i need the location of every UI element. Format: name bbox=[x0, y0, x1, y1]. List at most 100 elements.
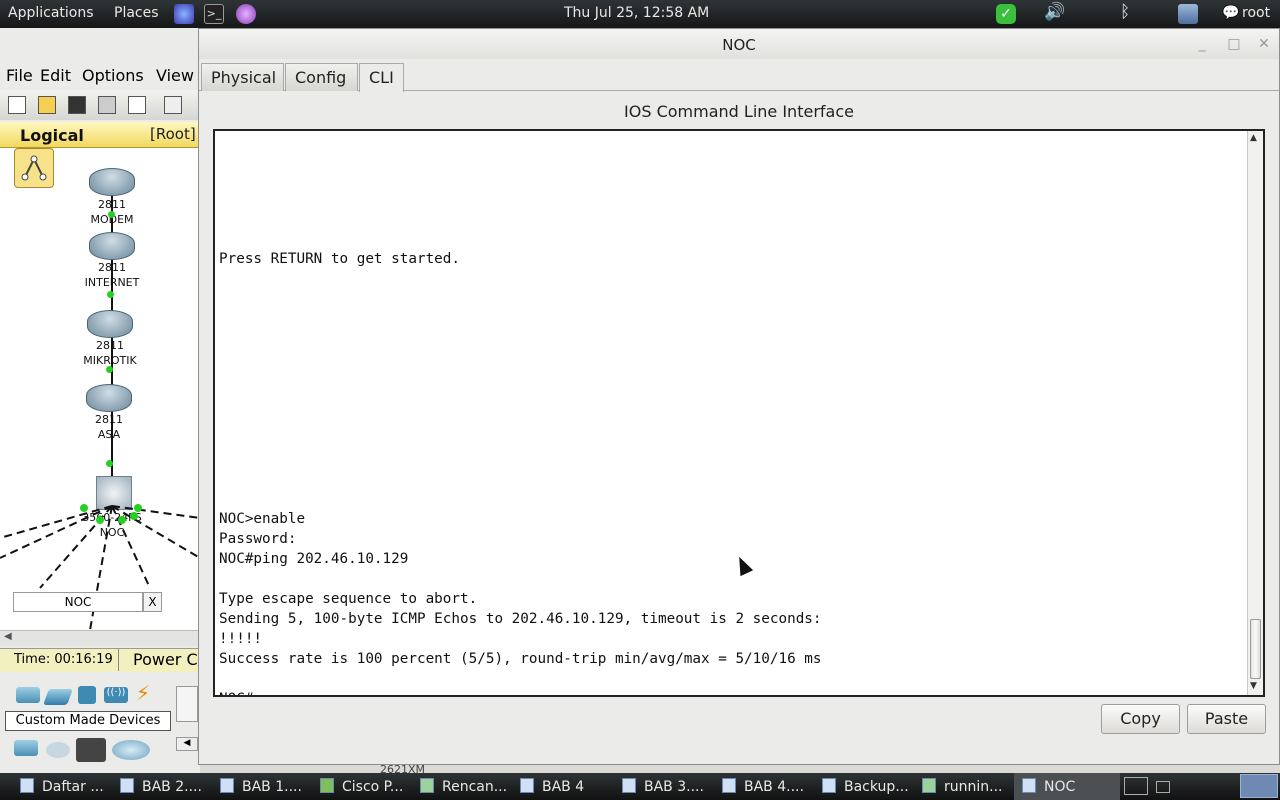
device-name: INTERNET bbox=[84, 276, 140, 289]
minimize-icon[interactable]: _ bbox=[1193, 35, 1211, 53]
hub-category-icon[interactable] bbox=[78, 686, 96, 704]
menu-options[interactable]: Options bbox=[82, 66, 144, 85]
logical-workspace-bar: Logical [Root] bbox=[0, 122, 200, 148]
power-cycle-button[interactable]: Power C bbox=[133, 650, 198, 669]
chat-status-icon[interactable]: 💬 bbox=[1222, 5, 1239, 21]
tab-cli[interactable]: CLI bbox=[359, 63, 404, 92]
tab-physical[interactable]: Physical bbox=[201, 63, 284, 91]
spreadsheet-icon bbox=[420, 778, 434, 793]
taskbar-item-active[interactable]: NOC bbox=[1022, 778, 1075, 795]
document-icon bbox=[220, 778, 234, 793]
copy-button[interactable]: Copy bbox=[1101, 704, 1180, 734]
terminal-output[interactable]: Press RETURN to get started. NOC>enable … bbox=[219, 131, 822, 695]
tab-config[interactable]: Config bbox=[285, 63, 358, 91]
places-menu[interactable]: Places bbox=[114, 5, 159, 21]
cloud-network-icon[interactable] bbox=[112, 740, 150, 760]
terminal-launcher-icon[interactable]: >_ bbox=[204, 4, 224, 24]
device-list-panel[interactable] bbox=[176, 686, 198, 722]
taskbar-item[interactable]: BAB 3.... bbox=[622, 778, 704, 795]
window-icon bbox=[1022, 778, 1036, 793]
network-icon[interactable] bbox=[1178, 4, 1198, 24]
activity-wizard-icon[interactable] bbox=[128, 96, 146, 114]
router-icon[interactable] bbox=[89, 168, 135, 196]
document-icon bbox=[722, 778, 736, 793]
cluster-icon[interactable] bbox=[14, 148, 54, 188]
menu-file[interactable]: File bbox=[6, 66, 33, 85]
device-model: 2811 bbox=[98, 261, 126, 274]
save-icon[interactable] bbox=[68, 96, 86, 114]
pc-device-icon[interactable] bbox=[14, 740, 38, 756]
taskbar-item[interactable]: Daftar ... bbox=[20, 778, 104, 795]
close-icon[interactable]: ✕ bbox=[1255, 35, 1273, 53]
link-status-dot bbox=[106, 460, 113, 467]
cli-terminal[interactable]: Press RETURN to get started. NOC>enable … bbox=[213, 129, 1265, 697]
scroll-left-icon[interactable]: ◀ bbox=[4, 631, 12, 642]
terminal-scrollbar[interactable]: ▲ ▼ bbox=[1247, 131, 1263, 695]
update-check-icon[interactable]: ✓ bbox=[996, 4, 1016, 24]
connections-category-icon[interactable]: ⚡ bbox=[136, 683, 160, 703]
link-status-dot bbox=[108, 211, 115, 218]
copy-icon[interactable] bbox=[164, 96, 182, 114]
topology-canvas[interactable]: 2811 MODEM 2811 INTERNET 2811 MIKROTIK 2… bbox=[0, 148, 200, 630]
router-icon[interactable] bbox=[87, 310, 133, 338]
device-list-scroll-left[interactable]: ◀ bbox=[176, 737, 198, 751]
bluetooth-icon[interactable]: ᛒ bbox=[1120, 2, 1130, 22]
scroll-up-icon[interactable]: ▲ bbox=[1250, 133, 1257, 143]
taskbar-item[interactable]: BAB 1.... bbox=[220, 778, 302, 795]
router-icon[interactable] bbox=[86, 384, 132, 412]
link-status-dot bbox=[106, 366, 113, 373]
volume-icon[interactable]: 🔊 bbox=[1044, 2, 1065, 22]
editor-icon bbox=[922, 778, 936, 793]
simulation-status-bar: Time: 00:16:19 Power C bbox=[0, 648, 200, 672]
maximize-icon[interactable]: □ bbox=[1225, 35, 1243, 53]
taskbar-item[interactable]: Backup... bbox=[822, 778, 909, 795]
simulation-time: Time: 00:16:19 bbox=[14, 652, 113, 667]
chat-launcher-icon[interactable] bbox=[236, 4, 256, 24]
taskbar-item[interactable]: BAB 2.... bbox=[120, 778, 202, 795]
device-model: 2811 bbox=[98, 198, 126, 211]
root-label[interactable]: [Root] bbox=[150, 125, 196, 143]
router-icon[interactable] bbox=[89, 232, 135, 260]
device-model: 2811 bbox=[96, 339, 124, 352]
document-icon bbox=[120, 778, 134, 793]
packet-tracer-icon bbox=[320, 778, 334, 793]
logical-label[interactable]: Logical bbox=[20, 126, 84, 145]
taskbar-item[interactable]: Rencan... bbox=[420, 778, 507, 795]
menu-edit[interactable]: Edit bbox=[40, 66, 71, 85]
scroll-down-icon[interactable]: ▼ bbox=[1250, 681, 1257, 691]
noc-device-window: NOC _ □ ✕ Physical Config CLI IOS Comman… bbox=[198, 28, 1280, 765]
menu-view[interactable]: View bbox=[156, 66, 194, 85]
server-device-icon[interactable] bbox=[76, 738, 106, 762]
paste-button[interactable]: Paste bbox=[1187, 704, 1266, 734]
taskbar-item[interactable]: runnin... bbox=[922, 778, 1003, 795]
folder-icon bbox=[822, 778, 836, 793]
bottom-taskbar: Daftar ... BAB 2.... BAB 1.... Cisco P..… bbox=[0, 773, 1280, 800]
taskbar-item[interactable]: BAB 4.... bbox=[722, 778, 804, 795]
document-icon bbox=[622, 778, 636, 793]
cloud-device-icon[interactable] bbox=[46, 742, 70, 758]
status-divider bbox=[118, 649, 119, 671]
window-title: NOC bbox=[722, 36, 756, 54]
device-name: ASA bbox=[97, 428, 121, 441]
user-menu[interactable]: root bbox=[1242, 5, 1270, 21]
clock[interactable]: Thu Jul 25, 12:58 AM bbox=[564, 5, 709, 21]
device-search-input[interactable]: NOC bbox=[13, 592, 143, 612]
open-folder-icon[interactable] bbox=[38, 96, 56, 114]
window-titlebar[interactable]: NOC _ □ ✕ bbox=[199, 29, 1279, 59]
workspace-1-icon[interactable] bbox=[1124, 777, 1148, 795]
workspace-active-icon[interactable] bbox=[1240, 774, 1278, 798]
wireless-category-icon[interactable]: ((·)) bbox=[104, 687, 128, 703]
canvas-horizontal-scrollbar[interactable]: ◀ bbox=[0, 630, 200, 646]
taskbar-item[interactable]: BAB 4 bbox=[520, 778, 584, 795]
scrollbar-thumb[interactable] bbox=[1250, 619, 1261, 679]
print-icon[interactable] bbox=[98, 96, 116, 114]
taskbar-item[interactable]: Cisco P... bbox=[320, 778, 403, 795]
document-icon bbox=[20, 778, 34, 793]
applications-menu[interactable]: Applications bbox=[8, 5, 94, 21]
new-file-icon[interactable] bbox=[8, 96, 26, 114]
clear-search-button[interactable]: X bbox=[143, 592, 162, 612]
workspace-2-icon[interactable] bbox=[1156, 781, 1170, 793]
top-panel: Applications Places >_ Thu Jul 25, 12:58… bbox=[0, 0, 1280, 28]
router-category-icon[interactable] bbox=[16, 687, 40, 703]
browser-launcher-icon[interactable] bbox=[174, 4, 194, 24]
